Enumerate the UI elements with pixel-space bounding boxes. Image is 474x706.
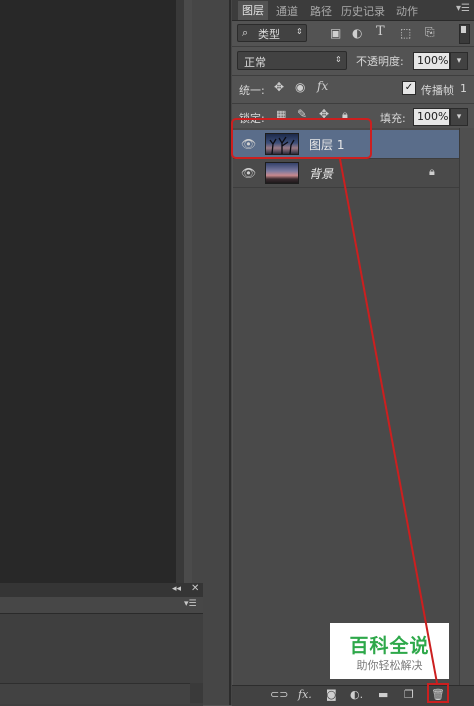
annotation-arrow [339,158,438,684]
